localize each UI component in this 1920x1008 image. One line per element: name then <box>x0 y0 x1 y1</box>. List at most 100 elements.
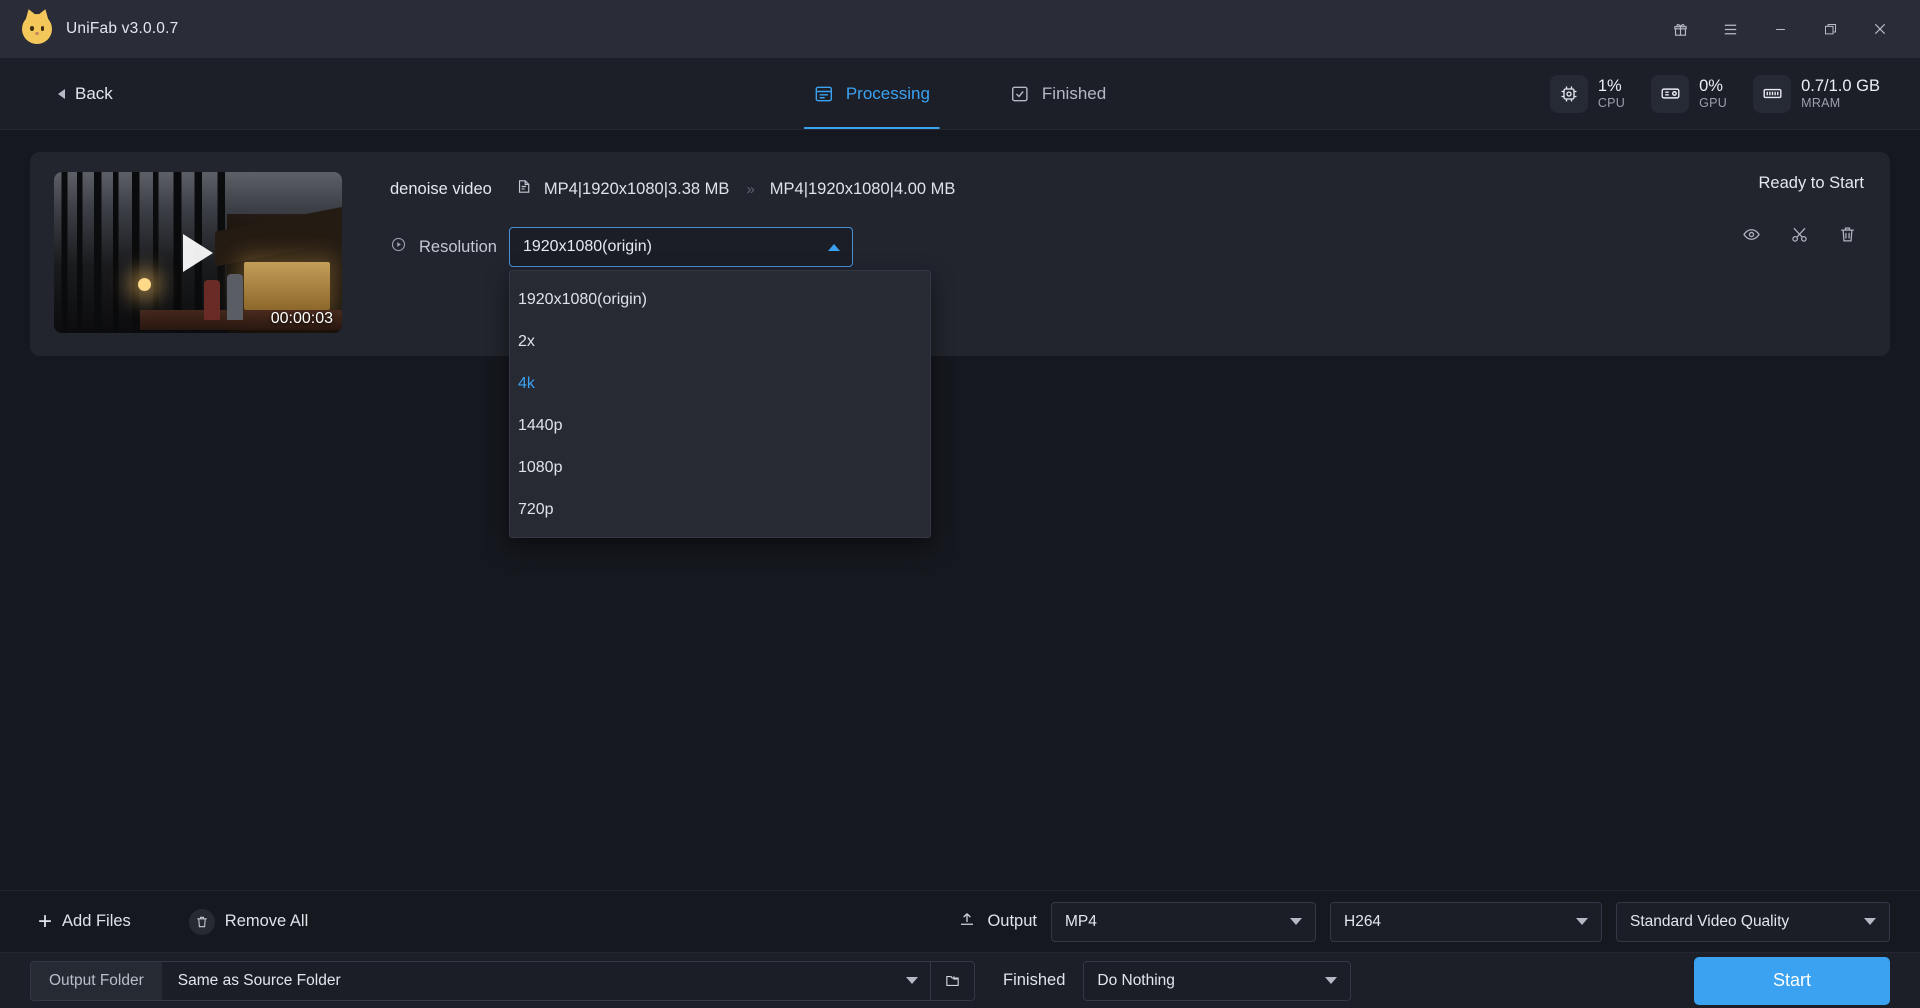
close-icon[interactable] <box>1858 9 1902 49</box>
app-header: Back Processing Finished 1% CPU 0% GPU 0… <box>0 58 1920 130</box>
tab-processing[interactable]: Processing <box>803 58 941 129</box>
cpu-icon <box>1549 74 1588 113</box>
chevron-down-icon <box>1864 918 1876 925</box>
chevron-down-icon <box>1576 918 1588 925</box>
output-folder-label: Output Folder <box>31 961 162 1000</box>
video-thumbnail[interactable]: 00:00:03 <box>54 172 342 333</box>
resolution-dropdown: 1920x1080(origin) 2x 4k 1440p 1080p 720p <box>508 270 931 538</box>
output-label: Output <box>987 912 1037 930</box>
back-button[interactable]: Back <box>50 78 121 110</box>
output-settings-group: Output MP4 H264 Standard Video Quality <box>958 901 1890 942</box>
resolution-label: Resolution <box>419 237 497 256</box>
tab-finished-label: Finished <box>1041 83 1107 103</box>
start-button-label: Start <box>1772 970 1811 990</box>
resolution-option-label: 1920x1080(origin) <box>517 291 647 308</box>
chevron-down-icon <box>1290 918 1302 925</box>
maximize-icon[interactable] <box>1808 9 1852 49</box>
resolution-row: Resolution 1920x1080(origin) 1920x1080(o… <box>390 227 1866 538</box>
resolution-select-wrap: 1920x1080(origin) 1920x1080(origin) 2x 4… <box>508 227 931 538</box>
menu-icon[interactable] <box>1708 9 1752 49</box>
play-icon[interactable] <box>183 233 213 272</box>
chevron-left-icon <box>58 88 65 99</box>
thumbnail-window-light <box>244 262 331 311</box>
cpu-value: 1% <box>1597 76 1622 95</box>
cpu-label: CPU <box>1597 95 1626 110</box>
preview-icon[interactable] <box>1734 217 1768 251</box>
main-content: 00:00:03 denoise video MP4|1920x1080|3.3… <box>0 130 1920 890</box>
task-name: denoise video <box>390 179 492 198</box>
window-controls <box>1658 9 1902 49</box>
finished-action-value: Do Nothing <box>1097 971 1175 989</box>
gpu-icon <box>1651 74 1690 113</box>
delete-icon[interactable] <box>1830 217 1864 251</box>
task-card: 00:00:03 denoise video MP4|1920x1080|3.3… <box>30 152 1890 538</box>
chevron-down-icon <box>1325 977 1338 984</box>
ram-icon <box>1753 74 1792 113</box>
task-status-area: Ready to Start <box>1734 174 1864 251</box>
status-badge: Ready to Start <box>1758 174 1864 192</box>
resolution-option[interactable]: 2x <box>510 321 930 363</box>
system-stats: 1% CPU 0% GPU 0.7/1.0 GB MRAM <box>1549 74 1880 113</box>
plus-icon: + <box>38 907 53 935</box>
resolution-option-label: 720p <box>517 501 554 518</box>
add-files-button[interactable]: + Add Files <box>30 904 139 940</box>
edit-icon[interactable] <box>516 178 533 200</box>
app-title: UniFab v3.0.0.7 <box>66 20 179 37</box>
output-folder-select[interactable]: Same as Source Folder <box>162 962 930 1000</box>
target-format: MP4|1920x1080|4.00 MB <box>769 179 956 198</box>
resolution-option[interactable]: 720p <box>510 489 930 531</box>
resolution-info-icon <box>390 236 407 258</box>
thumbnail-person-left <box>203 280 220 321</box>
bottom-toolbar: + Add Files Remove All Output MP4 H264 S… <box>0 890 1920 952</box>
resolution-option-label: 1440p <box>517 417 563 434</box>
back-label: Back <box>75 83 113 103</box>
container-format-value: MP4 <box>1065 912 1097 930</box>
tab-finished[interactable]: Finished <box>1006 58 1110 129</box>
stat-gpu: 0% GPU <box>1651 74 1728 113</box>
remove-all-label: Remove All <box>224 912 309 930</box>
gift-icon[interactable] <box>1658 9 1702 49</box>
task-info-row: denoise video MP4|1920x1080|3.38 MB » MP… <box>390 178 1866 200</box>
add-files-label: Add Files <box>62 912 131 930</box>
trim-icon[interactable] <box>1782 217 1816 251</box>
output-folder-group: Output Folder Same as Source Folder <box>30 960 975 1001</box>
resolution-select[interactable]: 1920x1080(origin) <box>508 227 853 267</box>
resolution-option[interactable]: 4k <box>510 363 930 405</box>
processing-icon <box>814 84 834 104</box>
chevron-up-icon <box>827 243 840 251</box>
finished-action-select[interactable]: Do Nothing <box>1083 960 1352 1001</box>
header-tabs: Processing Finished <box>803 58 1110 129</box>
resolution-selected-value: 1920x1080(origin) <box>522 238 652 255</box>
thumbnail-person-right <box>226 274 243 321</box>
cat-logo-icon <box>22 7 52 44</box>
codec-value: H264 <box>1344 912 1382 930</box>
chevron-down-icon <box>906 977 918 984</box>
thumbnail-lamp <box>137 278 151 292</box>
resolution-option-label: 2x <box>517 333 535 350</box>
container-format-select[interactable]: MP4 <box>1051 901 1316 942</box>
codec-select[interactable]: H264 <box>1330 901 1602 942</box>
title-bar: UniFab v3.0.0.7 <box>0 0 1920 58</box>
tab-processing-label: Processing <box>845 83 930 103</box>
title-bar-left: UniFab v3.0.0.7 <box>22 7 179 44</box>
source-format: MP4|1920x1080|3.38 MB <box>543 179 730 198</box>
browse-folder-icon[interactable] <box>930 961 974 1000</box>
conversion-arrow-icon: » <box>746 180 754 198</box>
upload-icon <box>958 910 976 933</box>
output-label-group: Output <box>958 910 1037 933</box>
remove-all-button[interactable]: Remove All <box>181 903 316 941</box>
minimize-icon[interactable] <box>1758 9 1802 49</box>
start-button[interactable]: Start <box>1694 956 1890 1005</box>
trash-icon <box>188 908 215 935</box>
task-details: denoise video MP4|1920x1080|3.38 MB » MP… <box>342 172 1866 538</box>
resolution-option-label: 1080p <box>517 459 563 476</box>
resolution-option[interactable]: 1080p <box>510 447 930 489</box>
resolution-option[interactable]: 1920x1080(origin) <box>510 279 930 321</box>
resolution-option[interactable]: 1440p <box>510 405 930 447</box>
quality-select[interactable]: Standard Video Quality <box>1616 901 1890 942</box>
gpu-value: 0% <box>1699 76 1723 95</box>
gpu-label: GPU <box>1699 95 1728 110</box>
format-group: MP4|1920x1080|3.38 MB » MP4|1920x1080|4.… <box>516 178 956 200</box>
resolution-option-label: 4k <box>517 375 535 392</box>
finished-icon <box>1010 84 1030 104</box>
